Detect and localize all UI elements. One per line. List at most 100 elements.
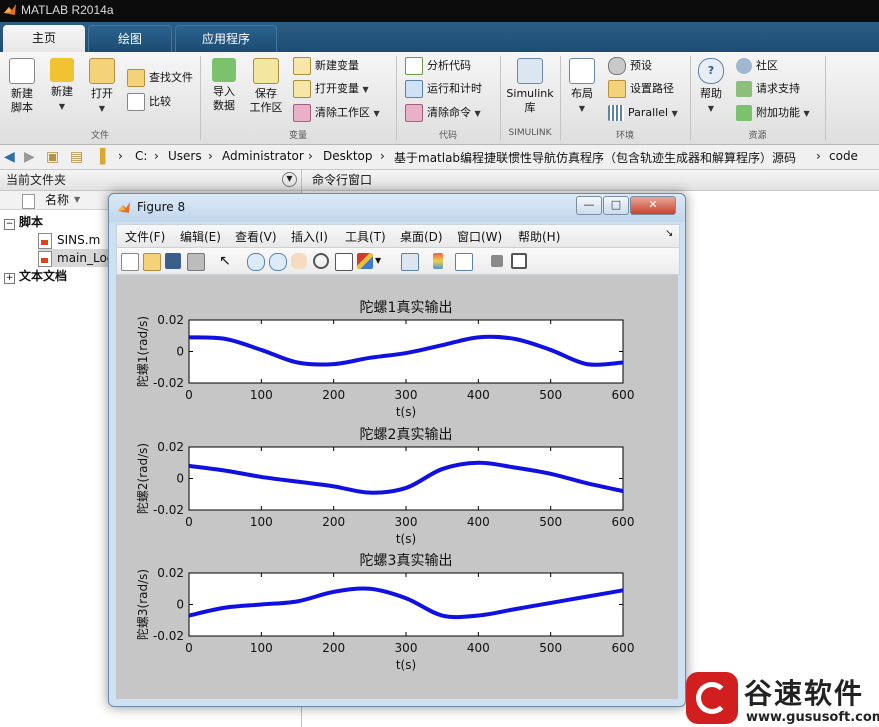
- current-folder-address-bar: ◀ ▶ ▣ ▤ ▌ › C: › Users › Administrator ›…: [0, 145, 879, 170]
- tab-plots[interactable]: 绘图: [88, 25, 172, 53]
- maximize-button[interactable]: □: [603, 196, 629, 215]
- data-point: [224, 338, 226, 340]
- legend-icon[interactable]: [455, 253, 473, 271]
- pan-hand-icon[interactable]: [291, 253, 307, 269]
- breadcrumb-separator: ›: [208, 149, 213, 163]
- close-button[interactable]: ✕: [630, 196, 676, 215]
- minimize-button[interactable]: —: [576, 196, 602, 215]
- breadcrumb-item[interactable]: code: [829, 149, 858, 163]
- group-label-file: 文件: [90, 131, 109, 141]
- group-label-code: 代码: [438, 131, 457, 141]
- save-icon[interactable]: [165, 253, 181, 269]
- compare-button[interactable]: 比较: [127, 92, 171, 112]
- tab-home[interactable]: 主页: [3, 25, 85, 52]
- preferences-button[interactable]: 预设: [608, 56, 652, 76]
- link-plot-icon[interactable]: [401, 253, 419, 271]
- parallel-button[interactable]: Parallel ▼: [608, 103, 678, 123]
- new-button[interactable]: 新建 ▼: [46, 58, 78, 114]
- layout-button[interactable]: 布局 ▼: [566, 58, 598, 116]
- pointer-icon[interactable]: ↖: [217, 253, 233, 269]
- tree-folder-text-docs[interactable]: + 文本文档: [4, 267, 67, 285]
- menu-edit[interactable]: 编辑(E): [180, 228, 221, 245]
- dock-arrow-icon[interactable]: ↘: [665, 228, 673, 239]
- simulink-library-label: Simulink 库: [506, 87, 554, 114]
- request-support-button[interactable]: 请求支持: [736, 79, 800, 99]
- browse-folder-icon[interactable]: ▤: [70, 149, 83, 165]
- print-icon[interactable]: [187, 253, 205, 271]
- show-plot-tools-icon[interactable]: [511, 253, 527, 269]
- x-tick-label: 200: [322, 641, 345, 655]
- breadcrumb-separator: ›: [154, 149, 159, 163]
- analyze-code-icon: [405, 57, 423, 75]
- plus-icon: [50, 58, 74, 82]
- help-button[interactable]: ? 帮助 ▼: [696, 58, 726, 116]
- back-arrow-icon[interactable]: ◀: [4, 149, 15, 165]
- menu-desktop[interactable]: 桌面(D): [400, 228, 443, 245]
- open-file-icon[interactable]: [143, 253, 161, 271]
- tree-file-sins[interactable]: SINS.m: [38, 231, 100, 249]
- x-tick-label: 300: [395, 515, 418, 529]
- chevron-down-icon: ▼: [373, 109, 380, 118]
- save-workspace-button[interactable]: 保存 工作区: [246, 58, 286, 115]
- colorbar-icon[interactable]: [433, 253, 443, 269]
- folder-icon: [89, 58, 115, 84]
- set-path-button[interactable]: 设置路径: [608, 79, 674, 99]
- open-variable-button[interactable]: 打开变量 ▼: [293, 79, 369, 99]
- collapse-icon[interactable]: −: [4, 219, 15, 230]
- open-button[interactable]: 打开 ▼: [86, 58, 118, 116]
- up-folder-icon[interactable]: ▣: [46, 149, 59, 165]
- data-cursor-icon[interactable]: [335, 253, 353, 271]
- rotate-3d-icon[interactable]: [313, 253, 329, 269]
- simulink-library-button[interactable]: Simulink 库: [504, 58, 556, 115]
- forward-arrow-icon[interactable]: ▶: [24, 149, 35, 165]
- data-point: [224, 606, 226, 609]
- figure-toolbar: ↖ ▼: [116, 248, 680, 275]
- set-path-icon: [608, 80, 626, 98]
- hide-plot-tools-icon[interactable]: [491, 255, 503, 267]
- chevron-down-icon: ▼: [362, 85, 369, 94]
- watermark-url: www.gususoft.com: [746, 710, 879, 725]
- expand-icon[interactable]: +: [4, 273, 15, 284]
- tree-folder-label: 脚本: [19, 215, 44, 229]
- menu-tools[interactable]: 工具(T): [345, 228, 386, 245]
- zoom-in-icon[interactable]: [247, 253, 265, 271]
- tree-folder-scripts[interactable]: − 脚本: [4, 213, 43, 231]
- command-window-title: 命令行窗口: [312, 173, 373, 187]
- menu-insert[interactable]: 插入(I): [291, 228, 328, 245]
- data-point: [477, 461, 480, 464]
- figure-canvas[interactable]: 陀螺1真实输出 0 100 200 300 400 500 600 0.02 0 -0.02 t(s)…: [116, 275, 678, 699]
- new-variable-button[interactable]: 新建变量: [293, 56, 359, 76]
- run-and-time-button[interactable]: 运行和计时: [405, 79, 482, 99]
- breadcrumb-item[interactable]: Users: [168, 149, 202, 163]
- clear-commands-button[interactable]: 清除命令 ▼: [405, 103, 481, 123]
- analyze-code-button[interactable]: 分析代码: [405, 56, 471, 76]
- menu-file[interactable]: 文件(F): [125, 228, 165, 245]
- breadcrumb-item[interactable]: C:: [135, 149, 147, 163]
- brush-icon[interactable]: [357, 253, 373, 269]
- y-axis-label: 陀螺3(rad/s): [135, 569, 150, 640]
- ribbon-toolstrip: 新建 脚本 新建 ▼ 打开 ▼ 查找文件 比较 文件 导入 数据 保存 工作区 新建…: [0, 52, 879, 145]
- figure-window[interactable]: Figure 8 — □ ✕ 文件(F) 编辑(E) 查看(V) 插入(I) 工…: [108, 193, 686, 707]
- find-files-button[interactable]: 查找文件: [127, 68, 193, 88]
- new-figure-icon[interactable]: [121, 253, 139, 271]
- data-point: [369, 587, 371, 590]
- chevron-down-icon[interactable]: ▼: [375, 253, 391, 269]
- root-folder-icon[interactable]: ▌: [100, 149, 111, 165]
- plot-title: 陀螺1真实输出: [360, 300, 453, 316]
- menu-view[interactable]: 查看(V): [235, 228, 277, 245]
- figure-title-bar[interactable]: Figure 8 — □ ✕: [109, 194, 685, 222]
- breadcrumb-item[interactable]: Desktop: [323, 149, 373, 163]
- clear-workspace-button[interactable]: 清除工作区 ▼: [293, 103, 380, 123]
- breadcrumb-item[interactable]: Administrator: [222, 149, 304, 163]
- menu-help[interactable]: 帮助(H): [518, 228, 560, 245]
- tab-apps[interactable]: 应用程序: [175, 25, 277, 53]
- community-button[interactable]: 社区: [736, 56, 778, 76]
- breadcrumb-item[interactable]: 基于matlab编程捷联惯性导航仿真程序（包含轨迹生成器和解算程序）源码: [394, 149, 796, 166]
- new-script-button[interactable]: 新建 脚本: [4, 58, 40, 115]
- addons-button[interactable]: 附加功能 ▼: [736, 103, 810, 123]
- import-data-button[interactable]: 导入 数据: [206, 58, 242, 113]
- panel-actions-icon[interactable]: ▼: [282, 172, 297, 187]
- menu-window[interactable]: 窗口(W): [457, 228, 502, 245]
- data-point: [549, 472, 552, 475]
- zoom-out-icon[interactable]: [269, 253, 287, 271]
